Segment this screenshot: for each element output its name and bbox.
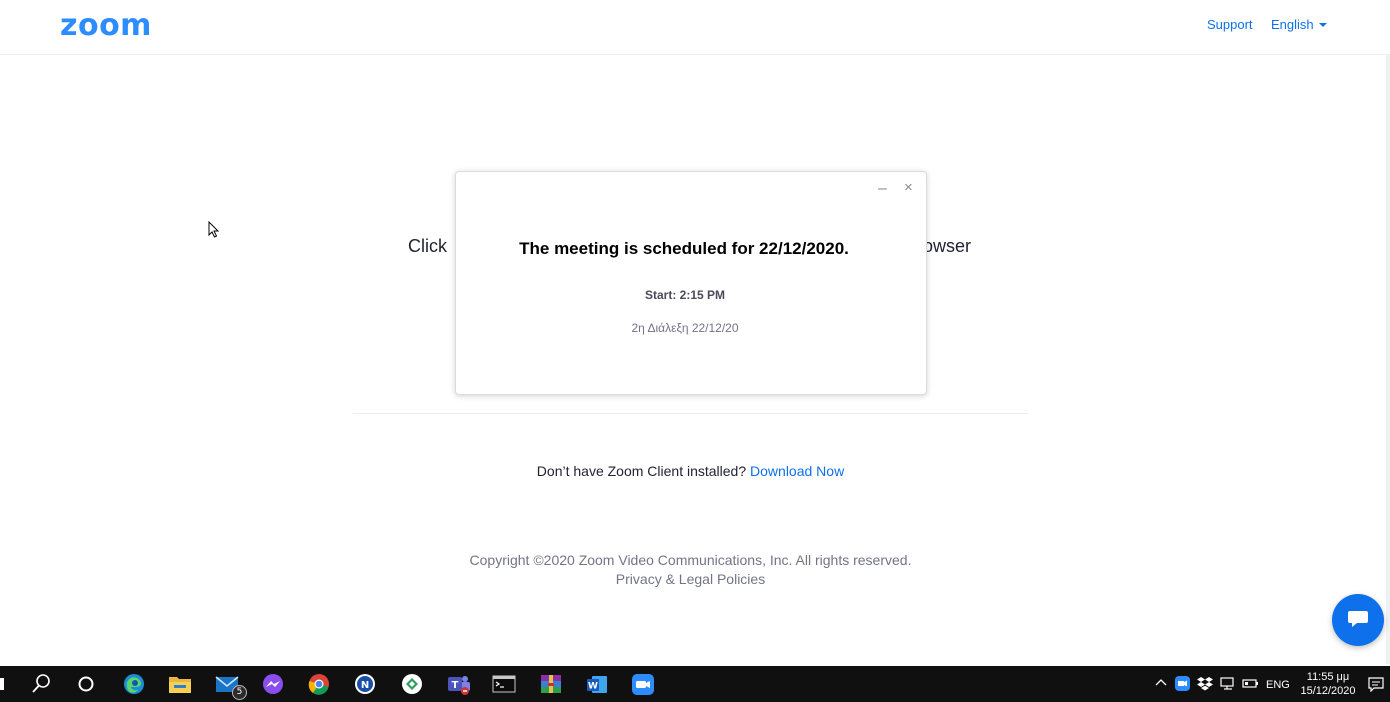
mouse-cursor-icon — [208, 220, 220, 244]
windows-start-icon[interactable] — [0, 678, 4, 690]
meeting-scheduled-dialog: – × The meeting is scheduled for 22/12/2… — [455, 171, 927, 395]
cortana-icon[interactable] — [63, 666, 109, 702]
download-prompt: Don’t have Zoom Client installed? Downlo… — [0, 463, 1381, 479]
clock[interactable]: 11:55 μμ 15/12/2020 — [1292, 670, 1364, 698]
svg-text:W: W — [588, 682, 598, 692]
chat-bubble-icon — [1348, 611, 1368, 627]
scrollbar[interactable] — [1386, 54, 1390, 664]
network-icon[interactable] — [1220, 676, 1236, 691]
chrome-icon[interactable] — [295, 666, 341, 702]
launch-prompt-left: Click — [408, 236, 447, 256]
download-now-link[interactable]: Download Now — [750, 463, 844, 479]
zoom-icon[interactable] — [619, 666, 665, 702]
terminal-icon[interactable] — [480, 666, 526, 702]
support-link[interactable]: Support — [1207, 17, 1253, 32]
clock-time: 11:55 μμ — [1306, 671, 1350, 683]
language-dropdown[interactable]: English — [1271, 17, 1327, 32]
svg-text:T: T — [452, 680, 459, 691]
chat-button[interactable] — [1332, 594, 1384, 646]
chevron-up-icon[interactable] — [1154, 676, 1168, 690]
messenger-icon[interactable] — [249, 666, 295, 702]
clock-date: 15/12/2020 — [1300, 685, 1356, 697]
dialog-title: The meeting is scheduled for 22/12/2020. — [519, 239, 849, 258]
svg-text:N: N — [361, 680, 369, 691]
copyright-text: Copyright ©2020 Zoom Video Communication… — [469, 552, 912, 568]
site-header: zoom Support English — [0, 0, 1390, 55]
dropbox-icon[interactable] — [1197, 676, 1213, 691]
input-language[interactable]: ENG — [1266, 679, 1290, 691]
winrar-icon[interactable] — [527, 666, 573, 702]
word-icon[interactable]: W — [573, 666, 619, 702]
notifications-icon[interactable] — [1368, 676, 1384, 692]
meeting-start-time: Start: 2:15 PM — [644, 288, 726, 302]
battery-icon[interactable] — [1242, 676, 1259, 691]
mail-badge: 5 — [232, 685, 247, 700]
caret-down-icon — [1318, 23, 1327, 27]
zoom-tray-icon[interactable] — [1175, 676, 1190, 691]
mail-icon[interactable]: 5 — [203, 666, 249, 702]
teams-icon[interactable]: T — [434, 666, 480, 702]
meeting-topic: 2η Διάλεξη 22/12/20 — [631, 321, 739, 335]
zoom-logo[interactable]: zoom — [60, 8, 152, 43]
minimize-icon[interactable]: – — [878, 180, 887, 198]
launch-prompt-right: owser — [923, 236, 972, 256]
language-label: English — [1271, 17, 1314, 32]
app-icon-2[interactable] — [388, 666, 434, 702]
file-explorer-icon[interactable] — [156, 666, 202, 702]
edge-icon[interactable] — [110, 666, 156, 702]
privacy-legal-link[interactable]: Privacy & Legal Policies — [0, 571, 1381, 587]
divider — [353, 413, 1028, 414]
search-icon[interactable] — [18, 666, 64, 702]
close-icon[interactable]: × — [904, 179, 913, 196]
app-icon[interactable]: N — [341, 666, 387, 702]
download-question: Don’t have Zoom Client installed? — [536, 463, 747, 479]
windows-taskbar: 5 N T W ENG 11:55 μμ 15/12/2020 — [0, 666, 1390, 702]
